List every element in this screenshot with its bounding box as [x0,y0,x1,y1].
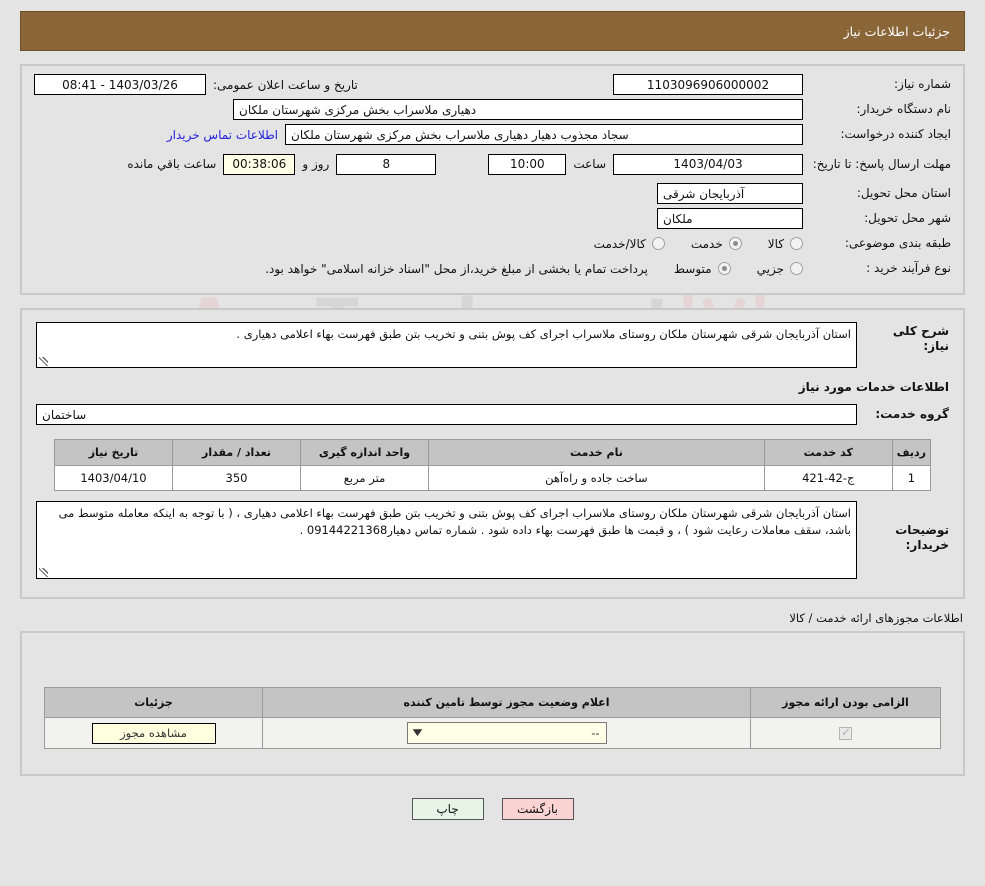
col-name: نام خدمت [428,439,765,466]
footer-buttons: بازگشت چاپ [0,798,985,820]
process-radio-group: جزیي متوسط [648,262,803,276]
process-option-label: جزیي [756,261,784,276]
category-radio-group: کالا خدمت کالا/خدمت [568,237,803,251]
deadline-date-field: 1403/04/03 [613,153,803,175]
col-date: تاریخ نیاز [54,439,173,466]
category-option-label: خدمت [690,236,723,251]
remaining-hours-label: ساعت باقي مانده [127,157,217,171]
description-panel: شرح کلی نیاز: استان آذربایجان شرقی شهرست… [20,308,965,599]
deadline-label: مهلت ارسال پاسخ: تا تاریخ: [812,156,951,171]
licenses-table-header-row: الزامی بودن ارائه مجوز اعلام وضعیت مجوز … [44,687,941,718]
buyer-org-field: دهیاری ملاسراب بخش مرکزی شهرستان ملکان [233,99,803,120]
print-button[interactable]: چاپ [411,798,484,820]
items-table-header-row: ردیف کد خدمت نام خدمت واحد اندازه گیری ت… [54,439,932,466]
radio-icon[interactable] [728,237,742,250]
page-root: جزئیات اطلاعات نیاز شماره نیاز: 11030969… [0,11,985,820]
announce-datetime-field: 1403/03/26 - 08:41 [34,74,206,95]
buyer-org-label: نام دستگاه خریدار: [856,102,952,116]
cell-radif: 1 [891,465,932,491]
province-label: استان محل تحویل: [856,186,951,200]
required-checkbox-icon [839,725,852,740]
remaining-days-field: 8 [336,153,437,175]
cell-date: 1403/04/10 [54,465,173,491]
radio-icon[interactable] [790,262,803,275]
licenses-section-label: اطلاعات مجوزهای ارائه خدمت / کالا [789,611,963,625]
licenses-panel: الزامی بودن ارائه مجوز اعلام وضعیت مجوز … [20,631,965,776]
row-process: نوع فرآیند خرید : جزیي متوسط پرداخت تمام… [34,258,951,279]
col-unit: واحد اندازه گیری [300,439,429,466]
radio-icon[interactable] [651,237,665,250]
col-required: الزامی بودن ارائه مجوز [750,687,941,718]
cell-required [750,717,941,749]
category-option-kala-khedmat[interactable]: کالا/خدمت [594,237,665,251]
col-qty: تعداد / مقدار [172,439,301,466]
requester-label: ایجاد کننده درخواست: [840,127,951,141]
announce-datetime-label: تاریخ و ساعت اعلان عمومی: [213,77,358,92]
row-need-number: شماره نیاز: 1103096906000002 تاریخ و ساع… [34,74,951,95]
category-label: طبقه بندی موضوعی: [844,236,951,250]
items-table: ردیف کد خدمت نام خدمت واحد اندازه گیری ت… [54,439,932,491]
col-details: جزئیات [44,687,263,718]
row-buyer-org: نام دستگاه خریدار: دهیاری ملاسراب بخش مر… [34,99,951,120]
row-province: استان محل تحویل: آذربایجان شرقی [34,183,951,204]
col-code: کد خدمت [763,439,893,466]
process-label: نوع فرآیند خرید : [866,261,951,275]
radio-icon[interactable] [717,262,731,275]
page-header-bar: جزئیات اطلاعات نیاز [20,11,965,51]
services-section-heading: اطلاعات خدمات مورد نیاز [798,380,949,394]
need-number-field: 1103096906000002 [613,74,803,95]
cell-qty: 350 [172,465,301,491]
row-general-desc: شرح کلی نیاز: استان آذربایجان شرقی شهرست… [36,322,949,368]
items-table-wrap: ردیف کد خدمت نام خدمت واحد اندازه گیری ت… [54,439,932,491]
buyer-notes-textarea[interactable]: استان آذربایجان شرقی شهرستان ملکان روستا… [36,501,857,579]
cell-name: ساخت جاده و راه‌آهن [428,465,765,491]
countdown-field: 00:38:06 [223,153,296,175]
cell-unit: متر مربع [300,465,429,491]
general-desc-label: شرح کلی نیاز: [892,324,949,353]
service-group-field: ساختمان [36,404,857,425]
buyer-notes-label: توضیحات خریدار: [895,523,949,552]
province-field: آذربایجان شرقی [657,183,803,204]
col-radif: ردیف [891,439,932,466]
table-row: -- ▼ مشاهده مجوز [44,717,941,749]
back-button[interactable]: بازگشت [501,798,574,820]
row-service-group: گروه خدمت: ساختمان [36,404,949,425]
category-option-kala[interactable]: کالا [768,237,803,251]
hour-label: ساعت [573,157,606,171]
category-option-khedmat[interactable]: خدمت [691,237,742,251]
licenses-table: الزامی بودن ارائه مجوز اعلام وضعیت مجوز … [44,687,941,749]
cell-code: ج-42-421 [763,465,893,491]
radio-icon[interactable] [790,237,803,250]
process-option-label: متوسط [673,261,712,276]
summary-panel: شماره نیاز: 1103096906000002 تاریخ و ساع… [20,64,965,295]
process-note: پرداخت تمام یا بخشی از مبلغ خرید،از محل … [265,261,648,276]
requester-field: سجاد مجذوب دهیار دهیاری ملاسراب بخش مرکز… [285,124,803,145]
city-field: ملکان [657,208,803,229]
category-option-label: کالا [767,236,784,251]
license-status-value: -- [591,726,600,740]
cell-details: مشاهده مجوز [44,717,263,749]
chevron-down-icon: ▼ [412,728,422,738]
city-label: شهر محل تحویل: [864,211,951,225]
deadline-time-field: 10:00 [488,153,567,175]
service-group-label: گروه خدمت: [875,407,949,421]
col-status: اعلام وضعیت مجوز توسط تامین کننده [262,687,751,718]
process-option-jozei[interactable]: جزیي [757,262,803,276]
license-status-select[interactable]: -- ▼ [406,722,607,744]
row-deadline: مهلت ارسال پاسخ: تا تاریخ: 1403/04/03 سا… [34,149,951,179]
table-row: 1 ج-42-421 ساخت جاده و راه‌آهن متر مربع … [54,465,932,491]
category-option-label: کالا/خدمت [593,236,646,251]
need-number-label: شماره نیاز: [894,77,951,91]
page-title: جزئیات اطلاعات نیاز [843,23,950,39]
cell-status: -- ▼ [262,717,751,749]
row-city: شهر محل تحویل: ملکان [34,208,951,229]
days-label: روز و [302,157,330,171]
view-license-button[interactable]: مشاهده مجوز [91,722,216,744]
row-requester: ایجاد کننده درخواست: سجاد مجذوب دهیار ده… [34,124,951,145]
process-option-motevaset[interactable]: متوسط [674,262,731,276]
buyer-contact-link[interactable]: اطلاعات تماس خریدار [160,128,285,142]
row-buyer-notes: توضیحات خریدار: استان آذربایجان شرقی شهر… [36,501,949,579]
row-category: طبقه بندی موضوعی: کالا خدمت کالا/خدمت [34,233,951,254]
general-desc-textarea[interactable]: استان آذربایجان شرقی شهرستان ملکان روستا… [36,322,857,368]
